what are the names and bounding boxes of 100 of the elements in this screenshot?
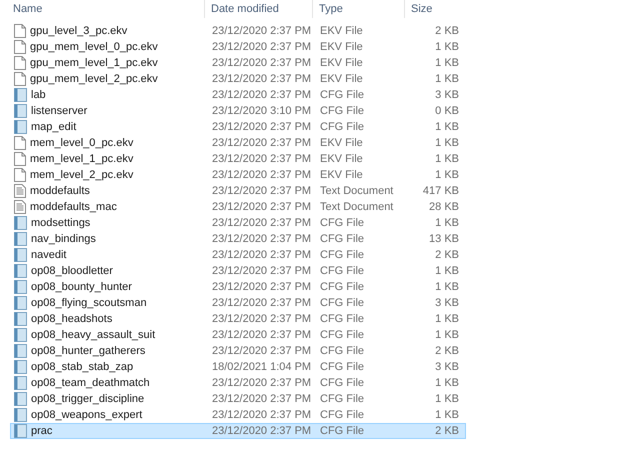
size-cell-text: 2 KB [435, 248, 459, 263]
file-name: op08_flying_scoutsman [31, 296, 147, 311]
blank-file-icon [14, 40, 26, 54]
config-file-icon [14, 328, 27, 342]
file-name: op08_bloodletter [31, 264, 113, 279]
type-cell: Text Document [320, 200, 394, 213]
file-row[interactable]: nav_bindings 23/12/2020 2:37 PM CFG File 13 KB [10, 231, 466, 247]
type-cell: CFG File [320, 104, 364, 117]
file-row[interactable]: navedit 23/12/2020 2:37 PM CFG File 2 KB [10, 247, 466, 263]
size-cell-text: 1 KB [435, 120, 459, 135]
file-row[interactable]: gpu_level_3_pc.ekv 23/12/2020 2:37 PM EKV File 2 KB [10, 23, 466, 39]
type-cell: EKV File [320, 72, 363, 85]
blank-file-icon [14, 56, 26, 70]
file-name: op08_trigger_discipline [31, 392, 144, 407]
file-row[interactable]: moddefaults 23/12/2020 2:37 PM Text Document 417 KB [10, 183, 466, 199]
date-cell: 18/02/2021 1:04 PM [212, 360, 312, 373]
date-cell: 23/12/2020 2:37 PM [212, 328, 312, 341]
file-row[interactable]: mem_level_1_pc.ekv 23/12/2020 2:37 PM EKV File 1 KB [10, 151, 466, 167]
file-name: op08_bounty_hunter [31, 280, 132, 295]
blank-file-icon [14, 72, 26, 86]
size-cell-text: 2 KB [435, 424, 459, 439]
file-name: moddefaults [30, 184, 90, 199]
type-cell: CFG File [320, 264, 364, 277]
size-cell-text: 0 KB [435, 104, 459, 119]
date-cell: 23/12/2020 2:37 PM [212, 72, 312, 85]
file-row[interactable]: op08_flying_scoutsman 23/12/2020 2:37 PM CFG File 3 KB [10, 295, 466, 311]
date-cell: 23/12/2020 2:37 PM [212, 296, 312, 309]
size-cell-text: 1 KB [435, 168, 459, 183]
file-row[interactable]: op08_weapons_expert 23/12/2020 2:37 PM CFG File 1 KB [10, 407, 466, 423]
config-file-icon [14, 392, 27, 406]
type-cell: EKV File [320, 136, 363, 149]
file-name: mem_level_1_pc.ekv [30, 152, 134, 167]
type-cell: CFG File [320, 248, 364, 261]
date-cell: 23/12/2020 3:10 PM [212, 104, 312, 117]
file-row[interactable]: modsettings 23/12/2020 2:37 PM CFG File 1 KB [10, 215, 466, 231]
file-name: op08_hunter_gatherers [31, 344, 146, 359]
file-row[interactable]: prac 23/12/2020 2:37 PM CFG File 2 KB [10, 423, 466, 439]
file-row[interactable]: moddefaults_mac 23/12/2020 2:37 PM Text Document 28 KB [10, 199, 466, 215]
file-name: lab [31, 88, 46, 103]
date-cell: 23/12/2020 2:37 PM [212, 344, 312, 357]
file-row[interactable]: op08_headshots 23/12/2020 2:37 PM CFG File 1 KB [10, 311, 466, 327]
file-name: gpu_mem_level_0_pc.ekv [30, 40, 158, 55]
file-name: op08_weapons_expert [31, 408, 142, 423]
type-cell: CFG File [320, 216, 364, 229]
type-cell: CFG File [320, 120, 364, 133]
text-file-icon [14, 184, 26, 198]
column-header[interactable]: Size [405, 0, 470, 18]
file-row[interactable]: op08_stab_stab_zap 18/02/2021 1:04 PM CFG File 3 KB [10, 359, 466, 375]
file-row[interactable]: gpu_mem_level_2_pc.ekv 23/12/2020 2:37 PM EKV File 1 KB [10, 71, 466, 87]
file-row[interactable]: op08_team_deathmatch 23/12/2020 2:37 PM CFG File 1 KB [10, 375, 466, 391]
config-file-icon [14, 264, 27, 278]
file-row[interactable]: op08_hunter_gatherers 23/12/2020 2:37 PM CFG File 2 KB [10, 343, 466, 359]
file-row[interactable]: lab 23/12/2020 2:37 PM CFG File 3 KB [10, 87, 466, 103]
size-cell-text: 1 KB [435, 56, 459, 71]
type-cell: CFG File [320, 280, 364, 293]
file-name: nav_bindings [31, 232, 96, 247]
column-header[interactable]: Date modified [205, 0, 313, 18]
file-name: mem_level_2_pc.ekv [30, 168, 134, 183]
config-file-icon [14, 104, 27, 118]
size-cell-text: 1 KB [435, 312, 459, 327]
file-name: prac [31, 424, 52, 439]
type-cell: CFG File [320, 312, 364, 325]
date-cell: 23/12/2020 2:37 PM [212, 312, 312, 325]
column-header[interactable]: Type [313, 0, 405, 18]
size-cell-text: 1 KB [435, 280, 459, 295]
date-cell: 23/12/2020 2:37 PM [212, 376, 312, 389]
config-file-icon [14, 232, 27, 246]
file-row[interactable]: mem_level_0_pc.ekv 23/12/2020 2:37 PM EKV File 1 KB [10, 135, 466, 151]
file-row[interactable]: listenserver 23/12/2020 3:10 PM CFG File 0 KB [10, 103, 466, 119]
file-row[interactable]: gpu_mem_level_0_pc.ekv 23/12/2020 2:37 PM EKV File 1 KB [10, 39, 466, 55]
file-row[interactable]: op08_bloodletter 23/12/2020 2:37 PM CFG File 1 KB [10, 263, 466, 279]
config-file-icon [14, 216, 27, 230]
file-name: moddefaults_mac [30, 200, 117, 215]
date-cell: 23/12/2020 2:37 PM [212, 24, 312, 37]
file-name: gpu_mem_level_1_pc.ekv [30, 56, 158, 71]
config-file-icon [14, 344, 27, 358]
file-row[interactable]: gpu_mem_level_1_pc.ekv 23/12/2020 2:37 PM EKV File 1 KB [10, 55, 466, 71]
file-name: mem_level_0_pc.ekv [30, 136, 134, 151]
file-row[interactable]: op08_trigger_discipline 23/12/2020 2:37 PM CFG File 1 KB [10, 391, 466, 407]
type-cell: EKV File [320, 152, 363, 165]
size-cell-text: 1 KB [435, 216, 459, 231]
file-row[interactable]: op08_bounty_hunter 23/12/2020 2:37 PM CFG File 1 KB [10, 279, 466, 295]
file-row[interactable]: mem_level_2_pc.ekv 23/12/2020 2:37 PM EKV File 1 KB [10, 167, 466, 183]
blank-file-icon [14, 136, 26, 150]
size-cell-text: 1 KB [435, 72, 459, 87]
type-cell: EKV File [320, 40, 363, 53]
type-cell: CFG File [320, 88, 364, 101]
size-cell-text: 2 KB [435, 344, 459, 359]
column-header[interactable]: Name [0, 0, 205, 18]
blank-file-icon [14, 152, 26, 166]
file-row[interactable]: op08_heavy_assault_suit 23/12/2020 2:37 PM CFG File 1 KB [10, 327, 466, 343]
date-cell: 23/12/2020 2:37 PM [212, 232, 312, 245]
file-name: listenserver [31, 104, 88, 119]
file-row[interactable]: map_edit 23/12/2020 2:37 PM CFG File 1 KB [10, 119, 466, 135]
date-cell: 23/12/2020 2:37 PM [212, 216, 312, 229]
config-file-icon [14, 360, 27, 374]
file-name: gpu_mem_level_2_pc.ekv [30, 72, 158, 87]
file-name: navedit [31, 248, 66, 263]
date-cell: 23/12/2020 2:37 PM [212, 200, 312, 213]
date-cell: 23/12/2020 2:37 PM [212, 88, 312, 101]
